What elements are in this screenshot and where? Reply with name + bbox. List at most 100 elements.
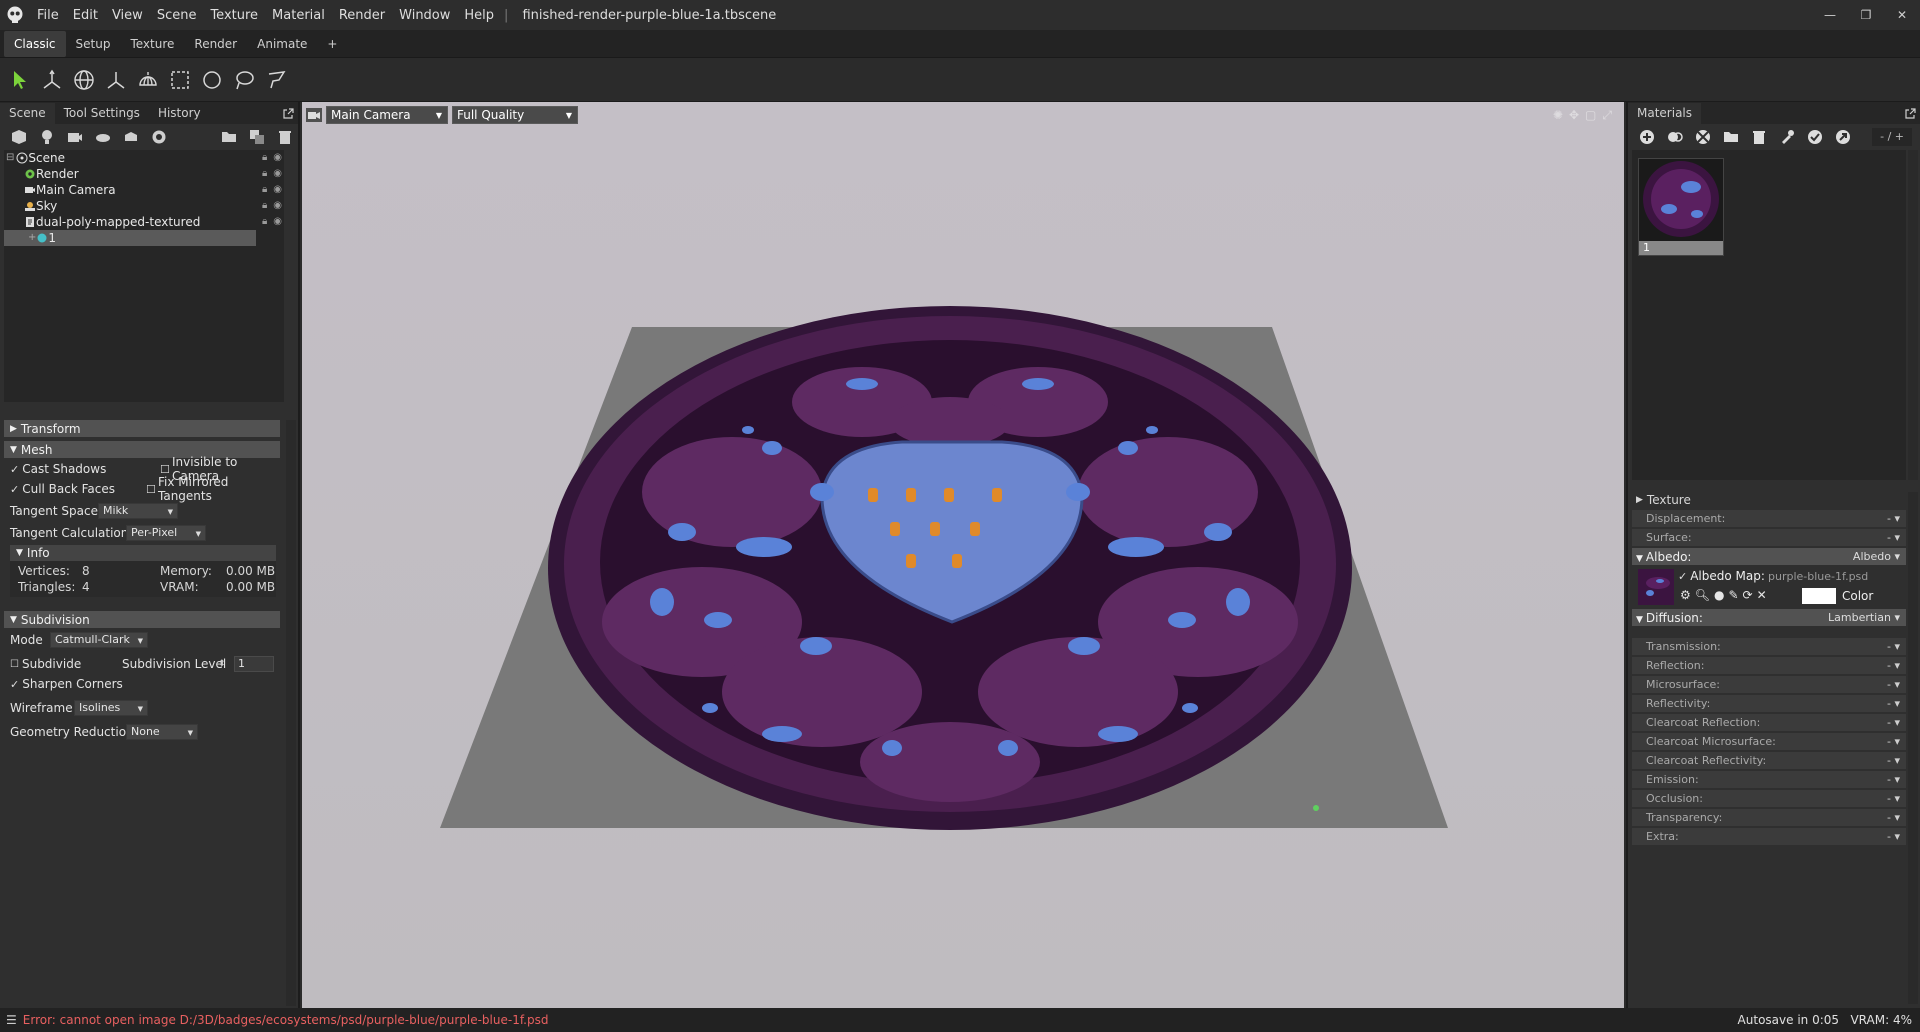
subdivision-section-header[interactable]: ▼ Subdivision [4,611,280,628]
maximize-button[interactable]: ❐ [1848,0,1884,30]
transform-section-header[interactable]: ▶ Transform [4,420,280,437]
clearcoat-reflectivity-dropdown[interactable]: - ▾ [1887,754,1900,767]
trash-icon[interactable] [272,126,298,148]
occlusion-dropdown[interactable]: - ▾ [1887,792,1900,805]
info-section-header[interactable]: ▼ Info [10,545,276,561]
albedo-section-header[interactable]: ▼ Albedo: Albedo ▾ [1632,548,1906,565]
refresh-icon[interactable]: ⟳ [1743,588,1753,602]
lock-icon[interactable]: 🔒︎ [262,214,267,230]
list-icon[interactable]: ☰ [6,1013,17,1027]
tree-item-render[interactable]: Render 🔒︎ ◉ [4,166,284,182]
albedo-map-thumbnail[interactable] [1638,569,1674,605]
color-swatch[interactable] [1802,588,1836,604]
menu-help[interactable]: Help [457,8,501,23]
tab-history[interactable]: History [149,103,210,124]
menu-scene[interactable]: Scene [150,8,204,23]
tree-item-sky[interactable]: Sky 🔒︎ ◉ [4,198,284,214]
duplicate-material-icon[interactable] [1662,126,1688,148]
texture-section-header[interactable]: ▶ Texture [1628,492,1910,508]
select-arrow-icon[interactable] [6,65,34,95]
close-icon[interactable]: ✕ [1757,588,1767,602]
occlusion-row[interactable]: Occlusion: - ▾ [1632,790,1906,807]
add-material-icon[interactable] [146,126,172,148]
sphere-icon[interactable]: ● [1714,588,1724,602]
reflection-dropdown[interactable]: - ▾ [1887,659,1900,672]
menu-window[interactable]: Window [392,8,457,23]
tab-classic[interactable]: Classic [4,30,66,57]
albedo-map-file[interactable]: purple-blue-1f.psd [1768,570,1868,583]
extra-row[interactable]: Extra: - ▾ [1632,828,1906,845]
sun-icon[interactable]: ✺ [1553,108,1563,123]
sharpen-corners-checkbox[interactable]: ✓ [10,678,19,691]
camera-icon[interactable] [306,108,322,122]
marquee-circle-icon[interactable] [198,65,226,95]
error-message[interactable]: Error: cannot open image D:/3D/badges/ec… [23,1013,549,1027]
lock-icon[interactable]: 🔒︎ [262,182,267,198]
wireframe-dropdown[interactable]: Isolines [74,700,148,716]
tab-animate[interactable]: Animate [247,31,317,57]
globe-cage-icon[interactable] [134,65,162,95]
menu-texture[interactable]: Texture [203,8,265,23]
skull-icon[interactable] [0,0,30,30]
left-panel-scrollbar[interactable] [286,420,296,1006]
microsurface-dropdown[interactable]: - ▾ [1887,678,1900,691]
material-properties-scrollbar[interactable] [1908,492,1918,1004]
albedo-dropdown[interactable]: Albedo ▾ [1853,550,1900,563]
material-counter[interactable]: - / + [1872,128,1912,146]
add-sky-icon[interactable] [90,126,116,148]
tangent-calculation-dropdown[interactable]: Per-Pixel [126,525,206,541]
tab-scene[interactable]: Scene [0,103,55,124]
menu-edit[interactable]: Edit [66,8,105,23]
eye-icon[interactable]: ◉ [273,166,282,182]
menu-view[interactable]: View [105,8,150,23]
minimize-button[interactable]: — [1812,0,1848,30]
reflection-row[interactable]: Reflection: - ▾ [1632,657,1906,674]
tree-item-dual-poly-mapped-textured[interactable]: dual-poly-mapped-textured 🔒︎ ◉ [4,214,284,230]
emission-row[interactable]: Emission: - ▾ [1632,771,1906,788]
tab-texture[interactable]: Texture [120,31,184,57]
transmission-dropdown[interactable]: - ▾ [1887,640,1900,653]
apply-material-icon[interactable] [1802,126,1828,148]
brush-icon[interactable]: ✎ [1728,588,1738,602]
close-button[interactable]: ✕ [1884,0,1920,30]
materials-scrollbar[interactable] [1908,150,1918,480]
emission-dropdown[interactable]: - ▾ [1887,773,1900,786]
menu-material[interactable]: Material [265,8,332,23]
cull-back-faces-checkbox[interactable]: ✓ [10,483,19,496]
marquee-rect-icon[interactable] [166,65,194,95]
cast-shadows-checkbox[interactable]: ✓ [10,463,19,476]
mode-dropdown[interactable]: Catmull-Clark [50,632,148,648]
lock-icon[interactable]: 🔒︎ [262,198,267,214]
add-light-icon[interactable] [34,126,60,148]
microsurface-row[interactable]: Microsurface: - ▾ [1632,676,1906,693]
menu-file[interactable]: File [30,8,66,23]
tab-setup[interactable]: Setup [66,31,121,57]
add-group-icon[interactable] [118,126,144,148]
trash-icon[interactable] [1746,126,1772,148]
tree-item-scene[interactable]: ⊟ Scene 🔒︎ ◉ [4,150,284,166]
reset-icon[interactable] [1830,126,1856,148]
tab-render[interactable]: Render [184,31,247,57]
tangent-space-dropdown[interactable]: Mikk [98,503,178,519]
diffusion-section-header[interactable]: ▼ Diffusion: Lambertian ▾ [1632,609,1906,626]
reflectivity-dropdown[interactable]: - ▾ [1887,697,1900,710]
eye-icon[interactable]: ◉ [273,198,282,214]
subdivision-level-input[interactable]: 1 [234,656,274,672]
transparency-dropdown[interactable]: - ▾ [1887,811,1900,824]
quality-dropdown[interactable]: Full Quality [452,106,578,124]
menu-render[interactable]: Render [332,8,392,23]
tree-item-1[interactable]: + 1 [4,230,256,246]
reflectivity-row[interactable]: Reflectivity: - ▾ [1632,695,1906,712]
clearcoat-microsurface-dropdown[interactable]: - ▾ [1887,735,1900,748]
clearcoat-reflectivity-row[interactable]: Clearcoat Reflectivity: - ▾ [1632,752,1906,769]
gear-icon[interactable]: ⚙ [1680,588,1691,602]
add-material-icon[interactable] [1634,126,1660,148]
eye-icon[interactable]: ◉ [273,182,282,198]
transform-icon[interactable] [38,65,66,95]
spinner-icon[interactable]: ⬍ [218,659,226,669]
diffusion-dropdown[interactable]: Lambertian ▾ [1828,611,1900,624]
material-thumbnail[interactable]: 1 [1638,158,1724,256]
checker-icon[interactable] [1690,126,1716,148]
viewport[interactable] [302,102,1624,1008]
tab-tool-settings[interactable]: Tool Settings [55,103,149,124]
